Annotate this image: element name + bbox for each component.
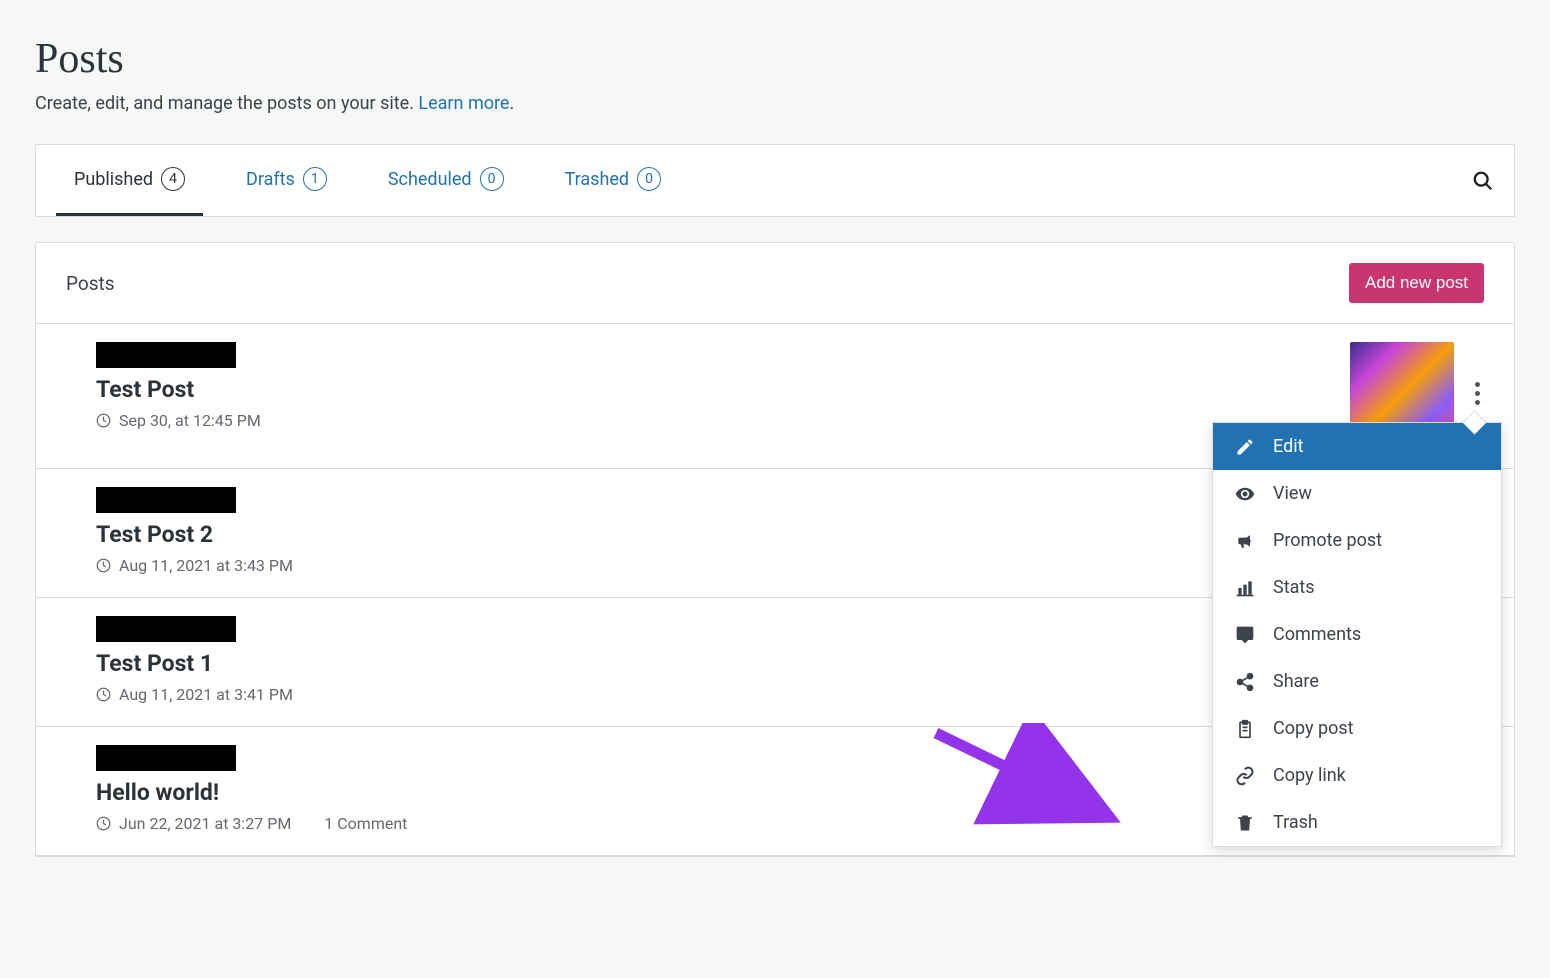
author-redacted	[96, 487, 236, 513]
panel-title: Posts	[66, 272, 115, 295]
page-title: Posts	[35, 35, 1515, 83]
more-options-button[interactable]	[1469, 372, 1486, 415]
tab-label: Trashed	[565, 169, 630, 190]
post-date: Sep 30, at 12:45 PM	[119, 411, 261, 430]
page-subtitle: Create, edit, and manage the posts on yo…	[35, 93, 1515, 114]
link-icon	[1235, 766, 1255, 786]
posts-panel: Posts Add new post Test Post Sep 30, at …	[35, 242, 1515, 857]
comments-icon	[1235, 625, 1255, 645]
dropdown-item-stats[interactable]: Stats	[1213, 564, 1501, 611]
clipboard-icon	[1235, 719, 1255, 739]
subtitle-text: Create, edit, and manage the posts on yo…	[35, 93, 418, 114]
panel-header: Posts Add new post	[36, 243, 1514, 324]
tab-count: 1	[303, 167, 327, 191]
clock-icon	[96, 816, 111, 831]
tab-label: Scheduled	[388, 169, 472, 190]
dropdown-label: Comments	[1273, 624, 1361, 645]
tab-drafts[interactable]: Drafts 1	[228, 145, 345, 216]
pencil-icon	[1235, 437, 1255, 457]
dropdown-item-promote[interactable]: Promote post	[1213, 517, 1501, 564]
post-row[interactable]: Test Post Sep 30, at 12:45 PM Edit View	[36, 324, 1514, 469]
clock-icon	[96, 558, 111, 573]
dropdown-item-share[interactable]: Share	[1213, 658, 1501, 705]
dropdown-label: Trash	[1273, 812, 1318, 833]
post-title: Test Post	[96, 376, 1350, 403]
post-date: Jun 22, 2021 at 3:27 PM	[119, 814, 291, 833]
dropdown-label: Edit	[1273, 436, 1303, 457]
subtitle-suffix: .	[509, 93, 514, 114]
tabs-container: Published 4 Drafts 1 Scheduled 0 Trashed…	[35, 144, 1515, 217]
dropdown-item-view[interactable]: View	[1213, 470, 1501, 517]
post-date: Aug 11, 2021 at 3:43 PM	[119, 556, 293, 575]
tab-count: 4	[161, 167, 185, 191]
tab-count: 0	[637, 167, 661, 191]
tab-count: 0	[480, 167, 504, 191]
tab-trashed[interactable]: Trashed 0	[547, 145, 680, 216]
megaphone-icon	[1235, 531, 1255, 551]
dropdown-label: Copy post	[1273, 718, 1354, 739]
dropdown-label: View	[1273, 483, 1312, 504]
tab-published[interactable]: Published 4	[56, 145, 203, 216]
eye-icon	[1235, 484, 1255, 504]
share-icon	[1235, 672, 1255, 692]
learn-more-link[interactable]: Learn more	[418, 93, 509, 114]
dropdown-item-trash[interactable]: Trash	[1213, 799, 1501, 846]
bar-chart-icon	[1235, 578, 1255, 598]
author-redacted	[96, 616, 236, 642]
tab-label: Published	[74, 169, 153, 190]
search-icon[interactable]	[1472, 170, 1494, 192]
dropdown-label: Copy link	[1273, 765, 1346, 786]
author-redacted	[96, 342, 236, 368]
post-comments: 1 Comment	[324, 814, 407, 833]
clock-icon	[96, 413, 111, 428]
tab-label: Drafts	[246, 169, 295, 190]
dropdown-item-comments[interactable]: Comments	[1213, 611, 1501, 658]
dropdown-item-copy-post[interactable]: Copy post	[1213, 705, 1501, 752]
trash-icon	[1235, 813, 1255, 833]
dropdown-label: Share	[1273, 671, 1319, 692]
dropdown-item-copy-link[interactable]: Copy link	[1213, 752, 1501, 799]
post-date: Aug 11, 2021 at 3:41 PM	[119, 685, 293, 704]
clock-icon	[96, 687, 111, 702]
author-redacted	[96, 745, 236, 771]
dropdown-label: Promote post	[1273, 530, 1382, 551]
add-new-post-button[interactable]: Add new post	[1349, 263, 1484, 303]
post-actions-dropdown: Edit View Promote post Stats Comments	[1212, 422, 1502, 847]
tab-scheduled[interactable]: Scheduled 0	[370, 145, 522, 216]
dropdown-label: Stats	[1273, 577, 1315, 598]
dropdown-item-edit[interactable]: Edit	[1213, 423, 1501, 470]
